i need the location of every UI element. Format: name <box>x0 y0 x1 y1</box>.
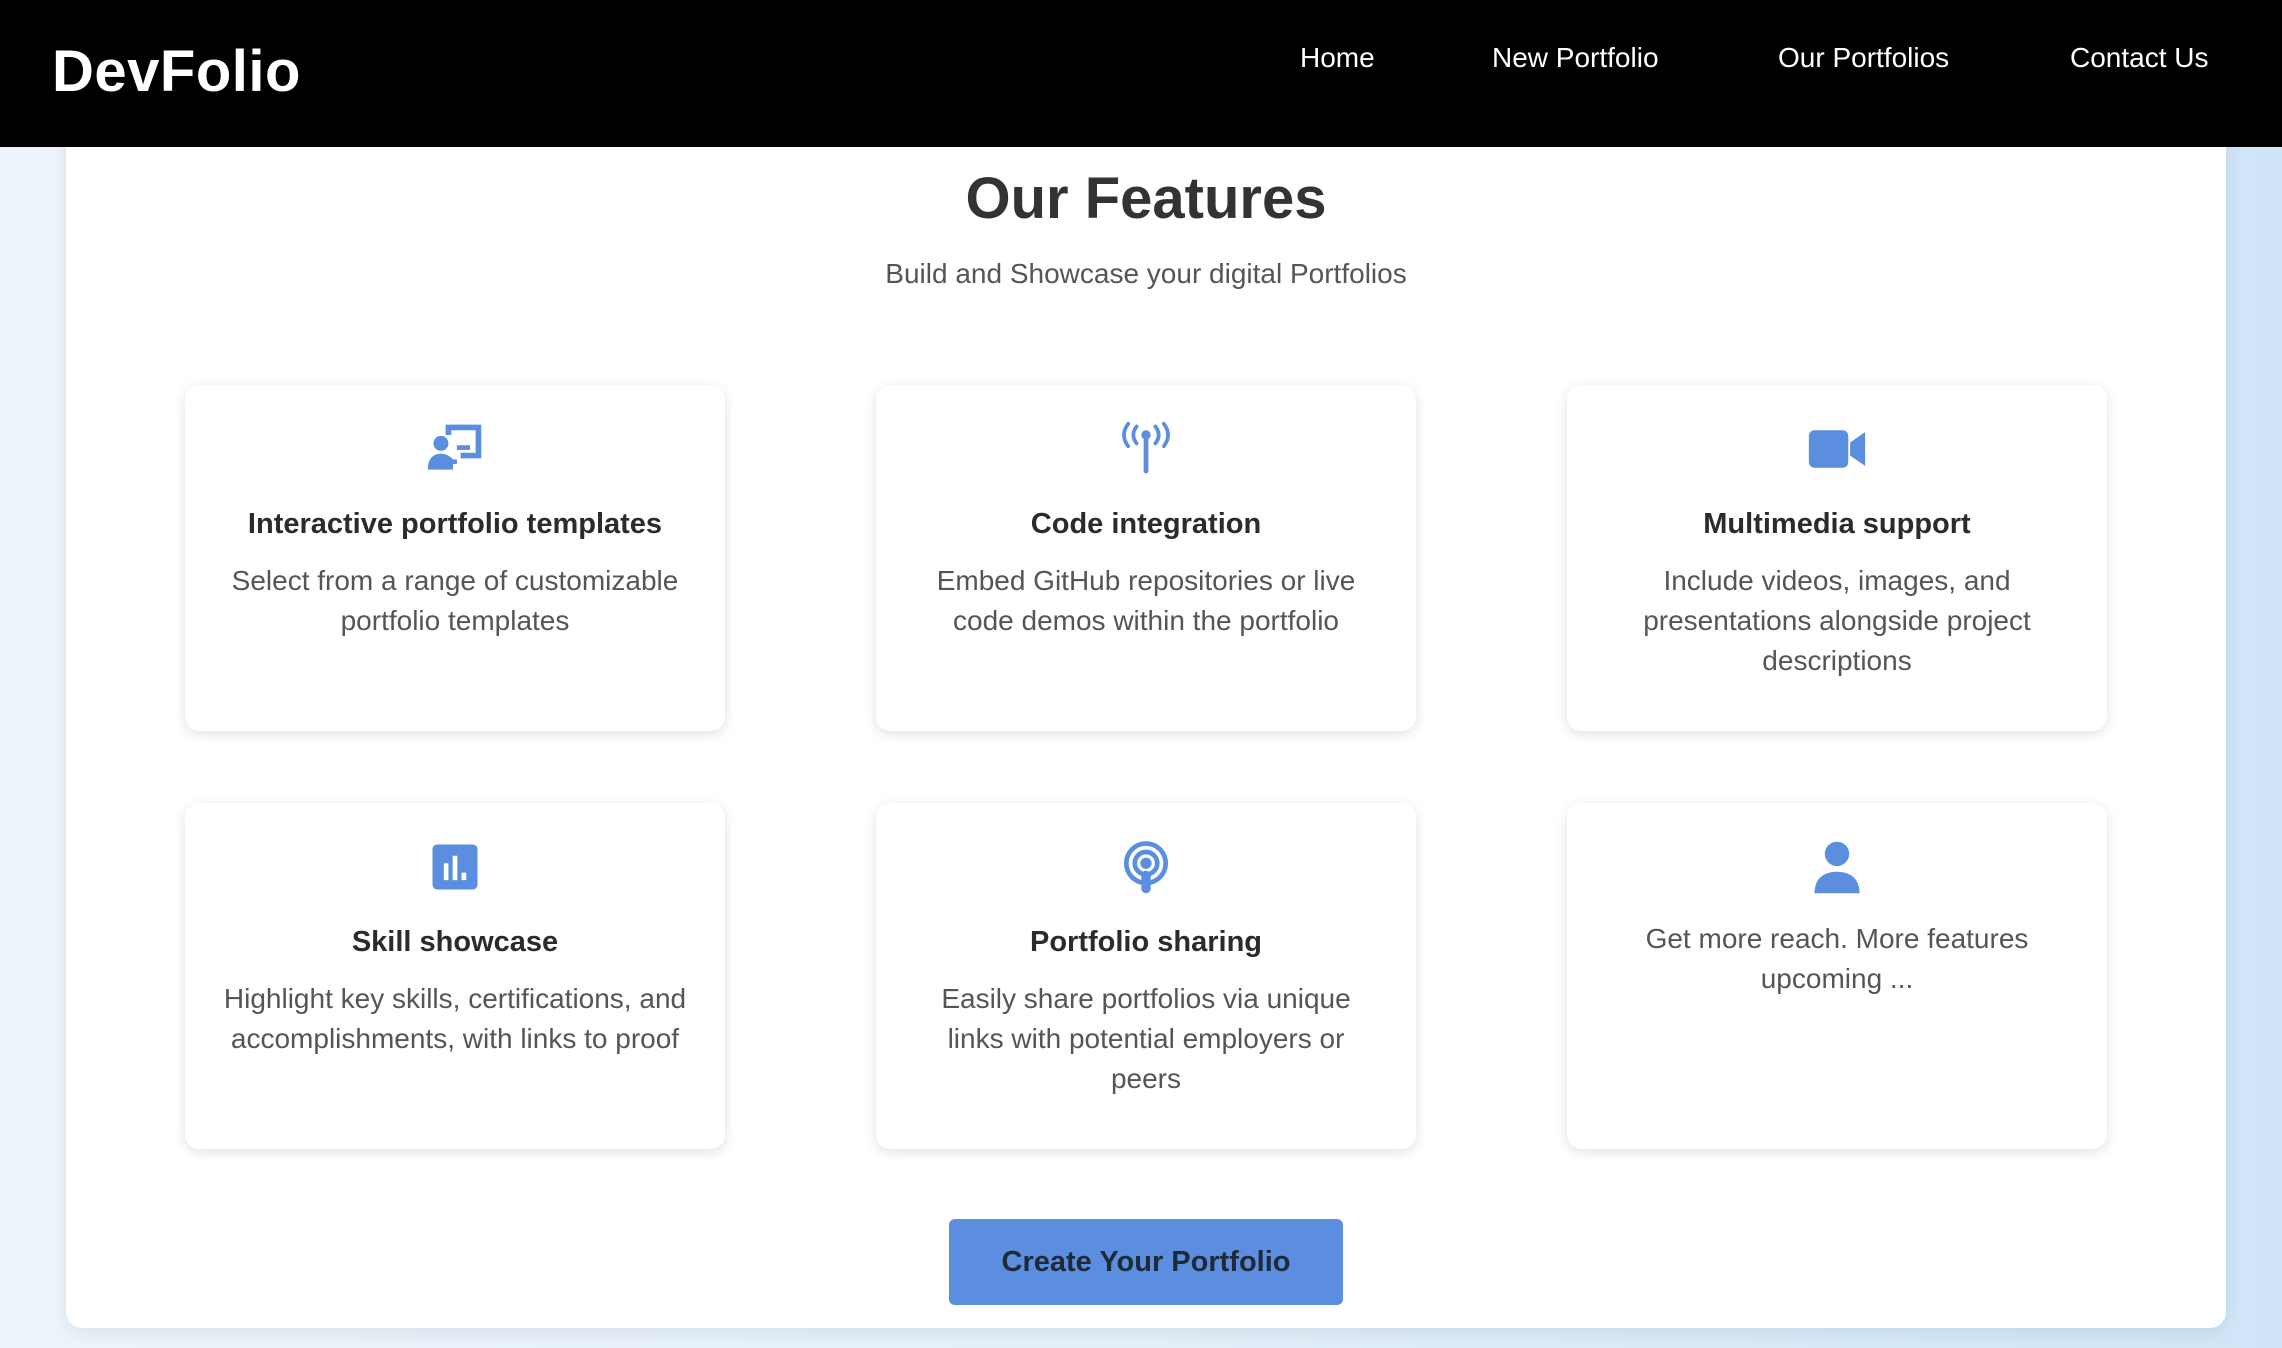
brand-logo[interactable]: DevFolio <box>52 36 301 108</box>
video-camera-icon <box>1808 430 1866 468</box>
navbar: DevFolio Home New Portfolio Our Portfoli… <box>0 0 2282 147</box>
antenna-icon <box>1122 421 1170 474</box>
feature-description: Highlight key skills, certifications, an… <box>223 983 687 1054</box>
feature-description: Get more reach. More features upcoming .… <box>1645 923 2029 994</box>
person-icon <box>1814 841 1860 894</box>
feature-title: Interactive portfolio templates <box>247 508 663 540</box>
presentation-user-icon <box>427 424 482 470</box>
feature-card-multimedia: Multimedia support Include videos, image… <box>1567 385 2107 731</box>
feature-card-skill-showcase: Skill showcase Highlight key skills, cer… <box>185 803 725 1149</box>
page-subtitle: Build and Showcase your digital Portfoli… <box>885 258 1407 289</box>
feature-description: Include videos, images, and presentation… <box>1643 565 2031 676</box>
feature-title: Skill showcase <box>351 926 559 958</box>
nav-link-our-portfolios[interactable]: Our Portfolios <box>1778 40 1949 76</box>
nav-link-new-portfolio[interactable]: New Portfolio <box>1492 40 1659 76</box>
feature-title: Multimedia support <box>1703 508 1971 540</box>
page-title: Our Features <box>965 166 1327 231</box>
nav-link-contact-us[interactable]: Contact Us <box>2070 40 2209 76</box>
feature-card-portfolio-sharing: Portfolio sharing Easily share portfolio… <box>876 803 1416 1149</box>
feature-card-templates: Interactive portfolio templates Select f… <box>185 385 725 731</box>
create-portfolio-button[interactable]: Create Your Portfolio <box>949 1219 1343 1305</box>
feature-description: Select from a range of customizable port… <box>231 565 679 636</box>
feature-card-more-features: Get more reach. More features upcoming .… <box>1567 803 2107 1149</box>
feature-title: Portfolio sharing <box>1030 926 1262 958</box>
feature-card-code-integration: Code integration Embed GitHub repositori… <box>876 385 1416 731</box>
feature-title: Code integration <box>1030 508 1262 540</box>
nav-link-home[interactable]: Home <box>1300 40 1375 76</box>
features-panel: Our Features Build and Showcase your dig… <box>66 120 2226 1328</box>
bar-chart-icon <box>432 844 478 890</box>
podcast-icon <box>1123 841 1169 894</box>
feature-description: Easily share portfolios via unique links… <box>941 983 1351 1094</box>
feature-description: Embed GitHub repositories or live code d… <box>936 565 1356 636</box>
